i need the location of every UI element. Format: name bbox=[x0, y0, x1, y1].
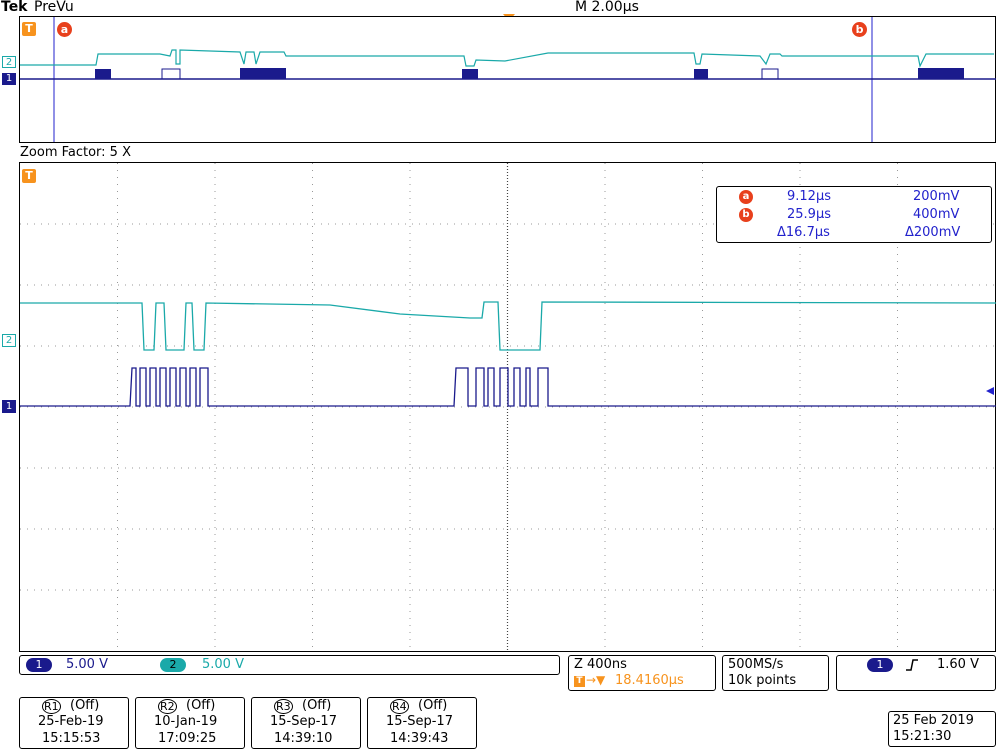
ref-time: 14:39:43 bbox=[390, 731, 449, 746]
cursor-b-time: 25.9µs bbox=[787, 207, 831, 222]
trigger-position-value: 18.4160µs bbox=[615, 673, 684, 688]
ref-date: 25-Feb-19 bbox=[38, 714, 104, 729]
cursor-a-time: 9.12µs bbox=[787, 189, 831, 204]
ref-date: 10-Jan-19 bbox=[154, 714, 218, 729]
record-length: 10k points bbox=[728, 673, 797, 688]
acquisition-status[interactable]: 500MS/s 10k points bbox=[722, 655, 829, 691]
clock-time: 15:21:30 bbox=[893, 729, 952, 744]
cursor-readout: a 9.12µs 200mV b 25.9µs 400mV Δ16.7µs Δ2… bbox=[716, 186, 992, 243]
ch2-scale: 5.00 V bbox=[202, 657, 244, 672]
zoom-trigger-marker: T bbox=[22, 169, 36, 183]
cursor-b-badge: b bbox=[739, 208, 753, 222]
trigger-pos-arrow: →▼ bbox=[586, 673, 606, 687]
rising-edge-icon bbox=[906, 659, 918, 671]
ch1-scale: 5.00 V bbox=[66, 657, 108, 672]
ref-time: 14:39:10 bbox=[274, 731, 333, 746]
ref-state: (Off) bbox=[302, 698, 332, 713]
cursor-a-badge: a bbox=[739, 190, 753, 204]
trigger-status[interactable]: 1 1.60 V bbox=[836, 655, 996, 691]
timebase-label: M 2.00µs bbox=[575, 0, 639, 15]
trigger-source-badge: 1 bbox=[867, 658, 893, 672]
ch1-badge[interactable]: 1 bbox=[26, 658, 52, 672]
trigger-level-arrow bbox=[986, 387, 994, 395]
clock-date: 25 Feb 2019 bbox=[893, 713, 974, 728]
ref-box-r2[interactable]: R2 (Off) 10-Jan-19 17:09:25 bbox=[135, 697, 245, 749]
ref-date: 15-Sep-17 bbox=[270, 714, 337, 729]
overview-cursor-b-marker: b bbox=[852, 22, 867, 37]
horizontal-status[interactable]: Z 400ns T →▼ 18.4160µs bbox=[568, 655, 716, 691]
zoom-scale: Z 400ns bbox=[574, 657, 627, 672]
overview-window bbox=[19, 16, 996, 143]
cursor-delta-time: Δ16.7µs bbox=[777, 225, 830, 240]
ch1-ground-marker: 1 bbox=[2, 400, 16, 413]
ref-date: 15-Sep-17 bbox=[386, 714, 453, 729]
ref-box-r1[interactable]: R1 (Off) 25-Feb-19 15:15:53 bbox=[19, 697, 129, 749]
ref-label: R2 bbox=[158, 699, 177, 714]
sample-rate: 500MS/s bbox=[728, 657, 784, 672]
ref-box-r4[interactable]: R4 (Off) 15-Sep-17 14:39:43 bbox=[367, 697, 477, 749]
ch2-badge[interactable]: 2 bbox=[160, 658, 186, 672]
trigger-pos-icon: T bbox=[574, 676, 585, 687]
ref-time: 17:09:25 bbox=[158, 731, 217, 746]
ref-time: 15:15:53 bbox=[42, 731, 101, 746]
overview-ch1-marker: 1 bbox=[2, 73, 16, 85]
ref-label: R4 bbox=[390, 699, 409, 714]
ref-box-r3[interactable]: R3 (Off) 15-Sep-17 14:39:10 bbox=[251, 697, 361, 749]
channel-status-bar[interactable]: 1 5.00 V 2 5.00 V bbox=[19, 655, 560, 675]
ref-state: (Off) bbox=[418, 698, 448, 713]
ref-state: (Off) bbox=[70, 698, 100, 713]
cursor-delta-volt: Δ200mV bbox=[905, 225, 961, 240]
trigger-level: 1.60 V bbox=[937, 657, 979, 672]
clock: 25 Feb 2019 15:21:30 bbox=[888, 711, 996, 747]
mode-label: PreVu bbox=[34, 0, 74, 15]
brand-label: Tek bbox=[1, 0, 28, 15]
overview-trigger-marker: T bbox=[22, 22, 36, 36]
cursor-a-volt: 200mV bbox=[913, 189, 960, 204]
ref-state: (Off) bbox=[186, 698, 216, 713]
cursor-b-volt: 400mV bbox=[913, 207, 960, 222]
ref-label: R1 bbox=[42, 699, 61, 714]
zoom-factor-label: Zoom Factor: 5 X bbox=[20, 145, 131, 160]
ch2-ground-marker: 2 bbox=[2, 334, 16, 347]
overview-ch2-marker: 2 bbox=[2, 56, 16, 68]
ref-label: R3 bbox=[274, 699, 293, 714]
overview-cursor-a-marker: a bbox=[57, 22, 72, 37]
